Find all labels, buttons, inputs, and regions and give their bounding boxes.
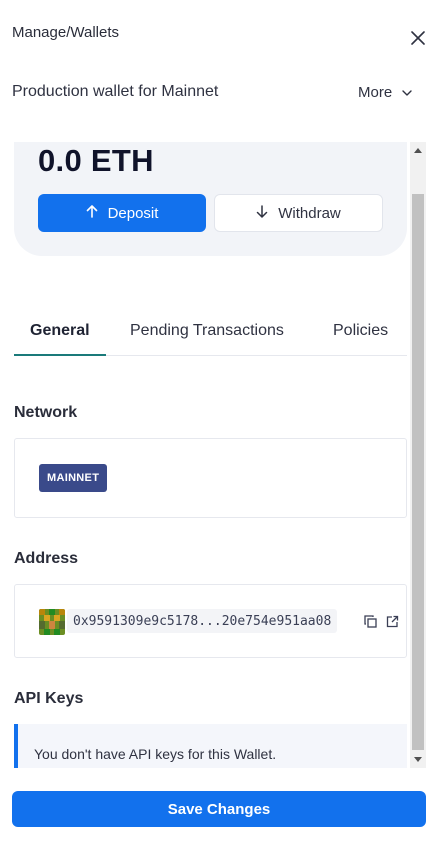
identicon-avatar (39, 609, 65, 635)
arrow-down-icon (256, 204, 268, 222)
api-keys-empty-notice: You don't have API keys for this Wallet. (14, 724, 407, 768)
save-changes-button[interactable]: Save Changes (12, 791, 426, 827)
more-menu-button[interactable]: More (358, 82, 412, 102)
withdraw-label: Withdraw (278, 204, 341, 222)
breadcrumb: Manage/Wallets (12, 24, 119, 41)
withdraw-button[interactable]: Withdraw (214, 194, 383, 232)
tab-pending-transactions[interactable]: Pending Transactions (130, 322, 284, 340)
api-keys-empty-text: You don't have API keys for this Wallet. (34, 746, 277, 762)
wallet-description: Production wallet for Mainnet (12, 83, 219, 100)
active-tab-indicator (14, 354, 106, 356)
scrollbar-thumb[interactable] (412, 194, 424, 750)
tab-general[interactable]: General (30, 322, 90, 340)
network-badge: MAINNET (39, 464, 108, 492)
wallet-tabs: General Pending Transactions Policies (14, 312, 407, 356)
address-box: 0x9591309e9c5178...20e754e951aa08 (14, 584, 407, 658)
close-icon[interactable] (411, 30, 425, 50)
arrow-up-icon (86, 204, 98, 222)
wallet-balance: 0.0 ETH (38, 143, 154, 178)
network-box: MAINNET (14, 438, 407, 518)
tab-policies[interactable]: Policies (333, 322, 388, 340)
network-section-title: Network (14, 404, 78, 421)
vertical-scrollbar[interactable] (410, 142, 426, 768)
copy-icon[interactable] (362, 613, 378, 629)
scroll-down-icon[interactable] (410, 752, 426, 768)
address-section-title: Address (14, 550, 79, 567)
wallet-address: 0x9591309e9c5178...20e754e951aa08 (67, 609, 338, 633)
scroll-up-icon[interactable] (410, 142, 426, 158)
more-label: More (358, 83, 393, 101)
external-link-icon[interactable] (384, 613, 400, 629)
api-keys-section-title: API Keys (14, 690, 84, 707)
chevron-down-icon (402, 84, 412, 101)
close-button[interactable] (406, 28, 430, 52)
deposit-button[interactable]: Deposit (38, 194, 206, 232)
wallet-detail-scroll-area[interactable]: 0.0 ETH Deposit Withdraw General Pending… (0, 142, 410, 768)
deposit-label: Deposit (107, 204, 159, 222)
